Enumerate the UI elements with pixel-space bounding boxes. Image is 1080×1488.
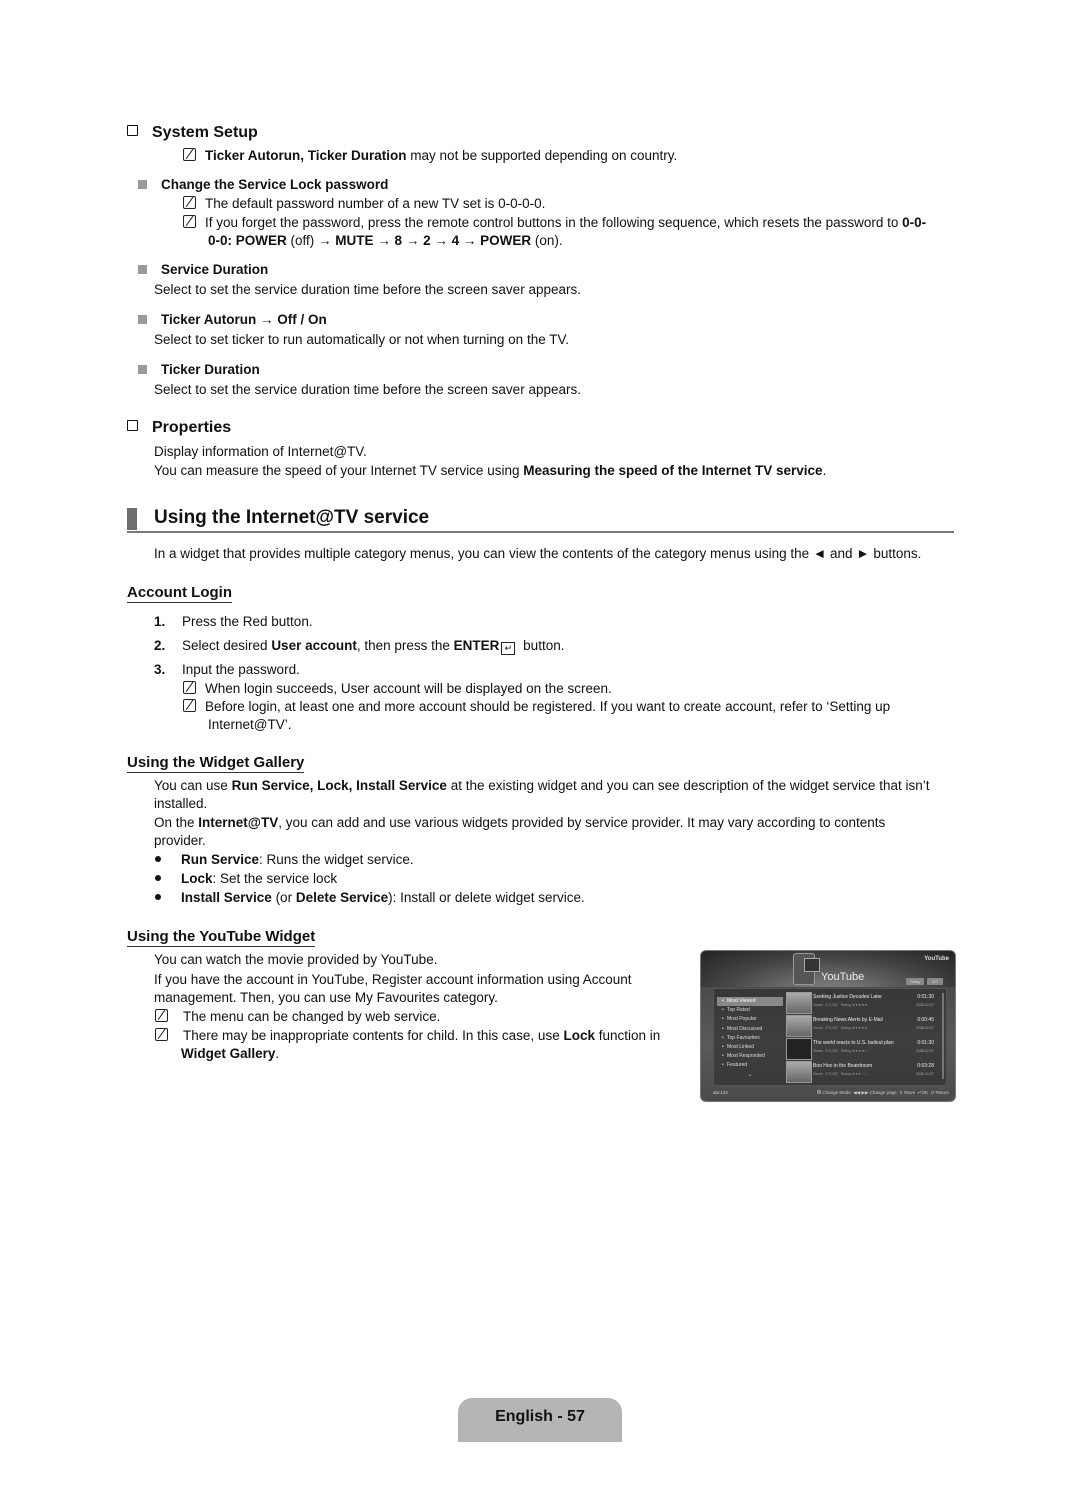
login-step-3: 3. Input the password.: [154, 662, 300, 677]
square-bullet-icon: [138, 180, 147, 189]
note-icon: [183, 681, 196, 694]
note-icon: [183, 196, 196, 209]
youtube-note-2-cont: Widget Gallery.: [181, 1046, 280, 1061]
yt-menu-item[interactable]: Most Discussed: [717, 1025, 783, 1034]
yt-page-indicator: abc123: [713, 1090, 728, 1095]
widget-gallery-p1: You can use Run Service, Lock, Install S…: [154, 778, 930, 793]
login-note-2: Before login, at least one and more acco…: [183, 698, 890, 716]
change-password-title: Change the Service Lock password: [138, 177, 388, 192]
properties-line1: Display information of Internet@TV.: [154, 444, 367, 459]
bullet-lock: Lock: Set the service lock: [155, 870, 337, 888]
yt-title: YouTube: [821, 971, 865, 983]
square-bullet-icon: [138, 315, 147, 324]
internet-tv-intro: In a widget that provides multiple categ…: [154, 546, 922, 561]
note-icon: [183, 148, 196, 161]
video-thumbnail: [786, 992, 812, 1014]
yt-content-panel: Most Viewed Top Rated Most Popular Most …: [713, 988, 947, 1086]
system-setup-note: Ticker Autorun, Ticker Duration may not …: [183, 147, 677, 165]
widget-gallery-p2-cont: provider.: [154, 833, 206, 848]
password-reset-sequence: 0-0: POWER (off) → MUTE → 8 → 2 → 4 → PO…: [208, 233, 563, 248]
yt-menu-item[interactable]: Top Favourites: [717, 1034, 783, 1043]
yt-menu-item[interactable]: Most Linked: [717, 1043, 783, 1052]
section-divider: [127, 531, 954, 533]
yt-menu-item[interactable]: Most Viewed: [717, 997, 783, 1007]
checkbox-bullet-icon: [127, 420, 138, 431]
yt-category-menu: Most Viewed Top Rated Most Popular Most …: [717, 997, 783, 1078]
account-login-heading: Account Login: [127, 584, 232, 603]
bullet-icon: [155, 894, 161, 900]
section-marker-bar: [127, 508, 137, 530]
bullet-icon: [155, 875, 161, 881]
note-icon: [155, 1009, 168, 1022]
system-setup-heading: System Setup: [127, 124, 258, 142]
ticker-duration-desc: Select to set the service duration time …: [154, 382, 581, 397]
youtube-widget-heading: Using the YouTube Widget: [127, 928, 316, 947]
red-button-icon: [817, 1090, 822, 1094]
chevron-down-icon[interactable]: ⌄: [717, 1071, 783, 1078]
video-thumbnail: [786, 1015, 812, 1037]
checkbox-bullet-icon: [127, 125, 138, 136]
login-step-2: 2. Select desired User account, then pres…: [154, 638, 565, 655]
youtube-line3: management. Then, you can use My Favouri…: [154, 990, 498, 1005]
note-icon: [183, 215, 196, 228]
ticker-autorun-title: Ticker Autorun → Off / On: [138, 312, 327, 327]
login-note-2-cont: Internet@TV’.: [208, 717, 292, 732]
properties-heading: Properties: [127, 419, 231, 437]
ticker-duration-title: Ticker Duration: [138, 362, 260, 377]
service-duration-desc: Select to set the service duration time …: [154, 282, 581, 297]
yt-menu-item[interactable]: Most Popular: [717, 1015, 783, 1024]
internet-tv-heading: Using the Internet@TV service: [154, 507, 430, 528]
bullet-run-service: Run Service: Runs the widget service.: [155, 851, 414, 869]
note-icon: [183, 699, 196, 712]
widget-gallery-p2: On the Internet@TV, you can add and use …: [154, 815, 886, 830]
password-note-reset: If you forget the password, press the re…: [183, 214, 926, 232]
square-bullet-icon: [138, 365, 147, 374]
yt-menu-item[interactable]: Most Responded: [717, 1052, 783, 1061]
yt-menu-item[interactable]: Featured: [717, 1061, 783, 1070]
yt-scrollbar[interactable]: [942, 993, 944, 1079]
youtube-note-2: There may be inappropriate contents for …: [155, 1027, 660, 1045]
yt-video-item[interactable]: The world reacts to U.S. bailout plan Vi…: [786, 1038, 942, 1060]
ticker-autorun-desc: Select to set ticker to run automaticall…: [154, 332, 569, 347]
note-icon: [155, 1028, 168, 1041]
yt-tab-today[interactable]: Today: [906, 978, 924, 985]
password-note-default: The default password number of a new TV …: [183, 195, 545, 213]
login-step-1: 1. Press the Red button.: [154, 614, 313, 629]
youtube-widget-screenshot: YouTube YouTube Today 1/7 Most Viewed To…: [700, 950, 956, 1102]
youtube-line2: If you have the account in YouTube, Regi…: [154, 972, 632, 987]
properties-line2: You can measure the speed of your Intern…: [154, 463, 827, 478]
yt-video-item[interactable]: Seeking Justice Decades Later Views : 37…: [786, 992, 942, 1014]
camcorder-icon: [793, 953, 820, 985]
youtube-line1: You can watch the movie provided by YouT…: [154, 952, 438, 967]
login-note-1: When login succeeds, User account will b…: [183, 680, 612, 698]
page-number-tab: English - 57: [458, 1398, 622, 1442]
yt-tab-page[interactable]: 1/7: [927, 978, 943, 985]
yt-video-item[interactable]: Breaking News Alerts by E-Mail Views : 3…: [786, 1015, 942, 1037]
yt-menu-item[interactable]: Top Rated: [717, 1006, 783, 1015]
square-bullet-icon: [138, 265, 147, 274]
bullet-icon: [155, 856, 161, 862]
video-thumbnail: [786, 1038, 812, 1060]
yt-footer-bar: abc123 Change Mode ◀◀ ▶▶ Change page ⇕ M…: [701, 1088, 955, 1098]
video-thumbnail: [786, 1061, 812, 1083]
widget-gallery-heading: Using the Widget Gallery: [127, 754, 305, 773]
yt-video-item[interactable]: Boo Hoo in the Boardroom Views : 373,252…: [786, 1061, 942, 1083]
yt-key-hints: Change Mode ◀◀ ▶▶ Change page ⇕ Move ↵OK…: [817, 1090, 949, 1096]
widget-gallery-p1-cont: installed.: [154, 796, 208, 811]
bullet-install-service: Install Service (or Delete Service): Ins…: [155, 889, 585, 907]
service-duration-title: Service Duration: [138, 262, 268, 277]
youtube-logo-icon: YouTube: [924, 956, 949, 962]
enter-icon: ↵: [501, 642, 516, 655]
youtube-note-1: The menu can be changed by web service.: [155, 1008, 440, 1026]
